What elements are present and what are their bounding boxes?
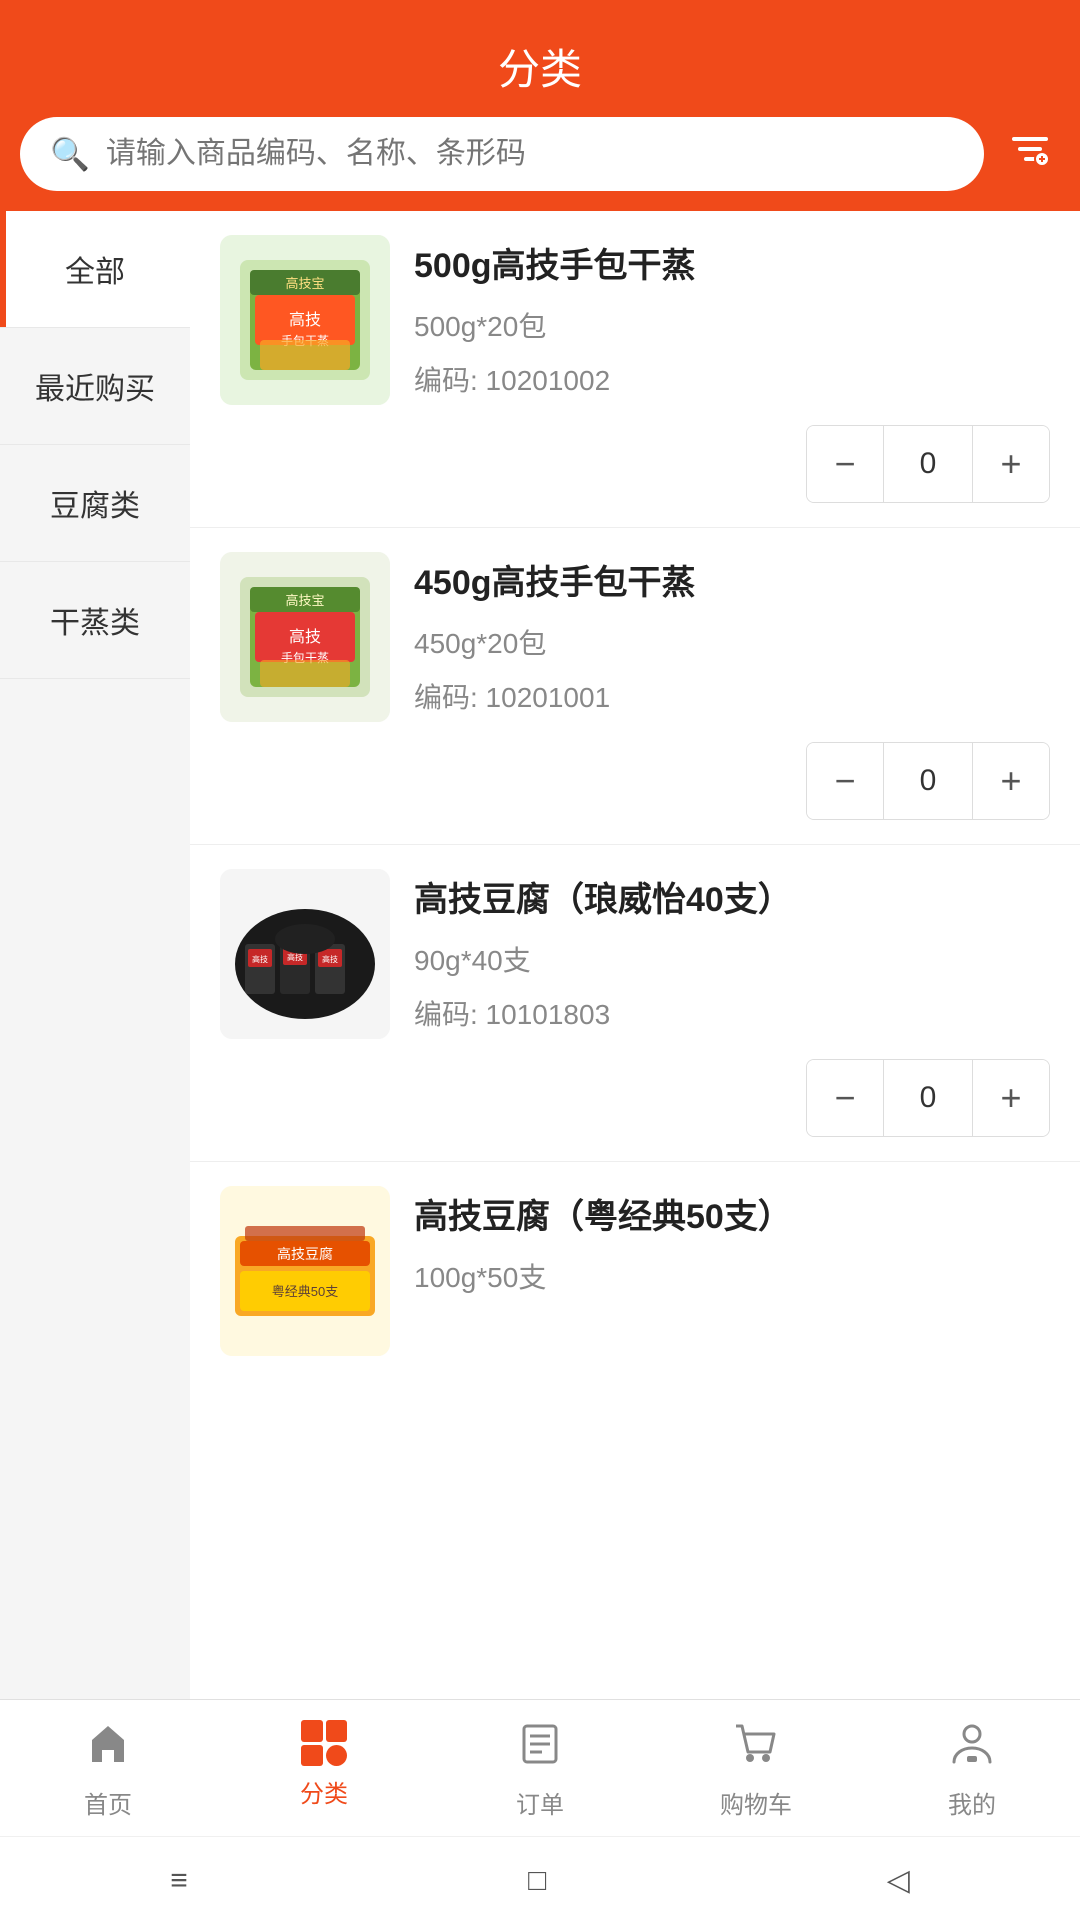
svg-text:高技: 高技 — [289, 628, 321, 646]
filter-icon — [1008, 136, 1052, 180]
svg-text:粤经典50支: 粤经典50支 — [272, 1284, 338, 1299]
search-bar: 🔍 — [20, 117, 1060, 191]
list-item: 高技 手包干蒸 高技宝 450g高技手包干蒸 450g*20包 编码: 1020… — [190, 528, 1080, 845]
svg-text:高技宝: 高技宝 — [285, 593, 324, 608]
sidebar-item-recent[interactable]: 最近购买 — [0, 328, 190, 445]
nav-label-cart: 购物车 — [720, 1785, 792, 1820]
nav-bar: 首页 分类 订单 — [0, 1700, 1080, 1836]
search-input-wrap[interactable]: 🔍 — [20, 117, 984, 191]
product-spec: 100g*50支 — [414, 1256, 1050, 1296]
list-item: 高技 高技 高技 高技豆腐（琅威怡40支） 90g*40支 编码: 101018… — [190, 845, 1080, 1162]
product-top: 高技豆腐 粤经典50支 高技豆腐（粤经典50支） 100g*50支 — [220, 1186, 1050, 1356]
svg-text:高技: 高技 — [252, 954, 268, 964]
product-name: 高技豆腐（粤经典50支） — [414, 1194, 1050, 1242]
nav-label-mine: 我的 — [948, 1785, 996, 1820]
sidebar: 全部 最近购买 豆腐类 干蒸类 — [0, 211, 190, 1831]
main-layout: 全部 最近购买 豆腐类 干蒸类 高技 手包干蒸 — [0, 211, 1080, 1831]
list-item: 高技豆腐 粤经典50支 高技豆腐（粤经典50支） 100g*50支 — [190, 1162, 1080, 1400]
qty-value: 0 — [883, 1060, 973, 1136]
product-spec: 500g*20包 — [414, 305, 1050, 345]
user-icon — [948, 1720, 996, 1777]
product-name: 高技豆腐（琅威怡40支） — [414, 877, 1050, 925]
android-nav: ≡ □ ◁ — [0, 1836, 1080, 1920]
cart-icon — [732, 1720, 780, 1777]
qty-control: − 0 + — [806, 1059, 1050, 1137]
search-input[interactable] — [106, 137, 954, 171]
product-top: 高技 手包干蒸 高技宝 500g高技手包干蒸 500g*20包 编码: 1020… — [220, 235, 1050, 405]
qty-plus-button[interactable]: + — [973, 743, 1049, 819]
product-image: 高技 高技 高技 — [220, 869, 390, 1039]
home-icon — [84, 1720, 132, 1777]
product-info: 高技豆腐（琅威怡40支） 90g*40支 编码: 10101803 — [414, 869, 1050, 1039]
product-controls: − 0 + — [220, 1059, 1050, 1137]
sidebar-item-tofu[interactable]: 豆腐类 — [0, 445, 190, 562]
qty-minus-button[interactable]: − — [807, 1060, 883, 1136]
nav-label-home: 首页 — [84, 1785, 132, 1820]
search-icon: 🔍 — [50, 135, 90, 173]
nav-item-category[interactable]: 分类 — [274, 1720, 374, 1820]
product-info: 450g高技手包干蒸 450g*20包 编码: 10201001 — [414, 552, 1050, 722]
list-item: 高技 手包干蒸 高技宝 500g高技手包干蒸 500g*20包 编码: 1020… — [190, 211, 1080, 528]
bottom-nav: 首页 分类 订单 — [0, 1699, 1080, 1920]
product-info: 高技豆腐（粤经典50支） 100g*50支 — [414, 1186, 1050, 1356]
qty-plus-button[interactable]: + — [973, 1060, 1049, 1136]
qty-minus-button[interactable]: − — [807, 426, 883, 502]
qty-value: 0 — [883, 426, 973, 502]
nav-label-order: 订单 — [516, 1785, 564, 1820]
product-list: 高技 手包干蒸 高技宝 500g高技手包干蒸 500g*20包 编码: 1020… — [190, 211, 1080, 1831]
product-image: 高技豆腐 粤经典50支 — [220, 1186, 390, 1356]
product-name: 500g高技手包干蒸 — [414, 243, 1050, 291]
qty-control: − 0 + — [806, 425, 1050, 503]
product-name: 450g高技手包干蒸 — [414, 560, 1050, 608]
product-top: 高技 高技 高技 高技豆腐（琅威怡40支） 90g*40支 编码: 101018… — [220, 869, 1050, 1039]
nav-item-mine[interactable]: 我的 — [922, 1720, 1022, 1820]
svg-text:高技宝: 高技宝 — [285, 276, 324, 291]
android-back-button[interactable]: ◁ — [867, 1855, 930, 1906]
order-icon — [516, 1720, 564, 1777]
product-image: 高技 手包干蒸 高技宝 — [220, 235, 390, 405]
android-menu-button[interactable]: ≡ — [150, 1856, 208, 1906]
page-title: 分类 — [20, 36, 1060, 97]
sidebar-item-dim-sum[interactable]: 干蒸类 — [0, 562, 190, 679]
filter-button[interactable] — [1000, 119, 1060, 189]
qty-value: 0 — [883, 743, 973, 819]
product-code: 编码: 10201001 — [414, 676, 1050, 716]
category-icon — [301, 1720, 347, 1766]
nav-label-category: 分类 — [300, 1774, 348, 1809]
svg-text:高技豆腐: 高技豆腐 — [277, 1246, 333, 1262]
product-info: 500g高技手包干蒸 500g*20包 编码: 10201002 — [414, 235, 1050, 405]
product-code: 编码: 10201002 — [414, 359, 1050, 399]
svg-text:高技: 高技 — [322, 954, 338, 964]
product-controls: − 0 + — [220, 425, 1050, 503]
product-code: 编码: 10101803 — [414, 993, 1050, 1033]
android-home-button[interactable]: □ — [508, 1856, 566, 1906]
svg-text:高技: 高技 — [289, 311, 321, 329]
product-spec: 450g*20包 — [414, 622, 1050, 662]
product-top: 高技 手包干蒸 高技宝 450g高技手包干蒸 450g*20包 编码: 1020… — [220, 552, 1050, 722]
nav-item-order[interactable]: 订单 — [490, 1720, 590, 1820]
qty-plus-button[interactable]: + — [973, 426, 1049, 502]
nav-item-home[interactable]: 首页 — [58, 1720, 158, 1820]
qty-minus-button[interactable]: − — [807, 743, 883, 819]
nav-item-cart[interactable]: 购物车 — [706, 1720, 806, 1820]
header: 分类 🔍 — [0, 0, 1080, 211]
product-spec: 90g*40支 — [414, 939, 1050, 979]
product-image: 高技 手包干蒸 高技宝 — [220, 552, 390, 722]
product-controls: − 0 + — [220, 742, 1050, 820]
qty-control: − 0 + — [806, 742, 1050, 820]
sidebar-item-all[interactable]: 全部 — [0, 211, 190, 328]
